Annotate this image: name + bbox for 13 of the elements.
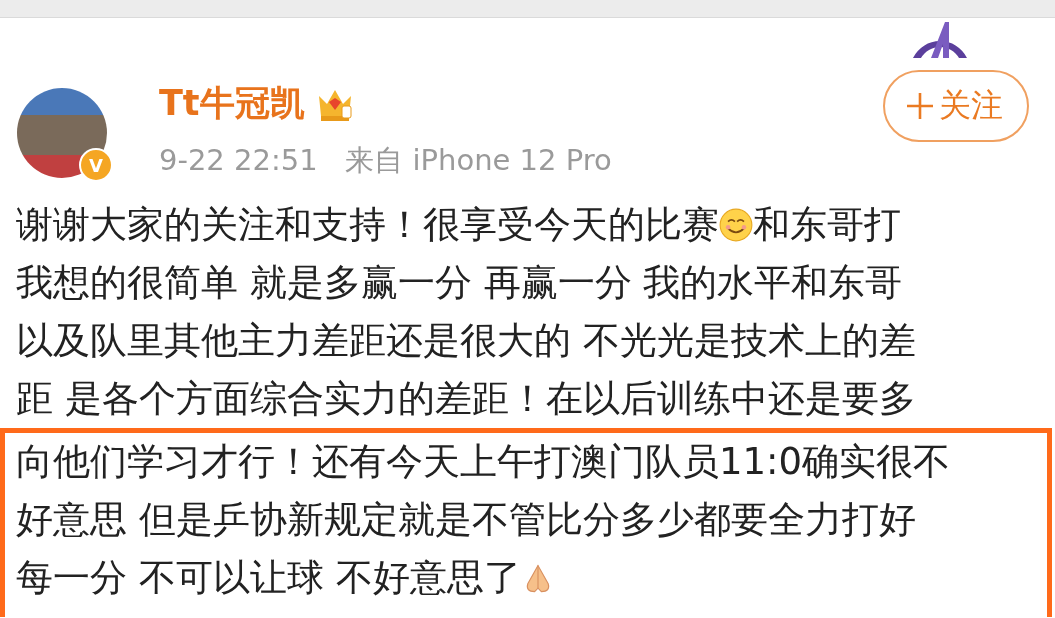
- post-text-line: 距 是各个方面综合实力的差距！在以后训练中还是要多: [15, 376, 917, 422]
- author-name[interactable]: Tt牛冠凯: [159, 80, 305, 127]
- post-text-line: 每一分 不可以让球 不好意思了: [5, 549, 1047, 607]
- smiley-icon: [719, 208, 753, 242]
- post-meta: 9-22 22:51 来自 iPhone 12 Pro: [159, 142, 613, 179]
- post-text-line: 我想的很简单 就是多赢一分 再赢一分 我的水平和东哥: [15, 260, 904, 306]
- post-text-line: 谢谢大家的关注和支持！很享受今天的比赛 和东哥打: [15, 202, 902, 248]
- verified-badge: V: [79, 148, 113, 182]
- plus-icon: [905, 91, 935, 121]
- post-text-line: 以及队里其他主力差距还是很大的 不光光是技术上的差: [15, 318, 917, 364]
- follow-button[interactable]: 关注: [883, 70, 1029, 142]
- post-text-line: 向他们学习才行！还有今天上午打澳门队员11:0确实很不: [15, 439, 952, 485]
- post-text-line: 好意思 但是乒协新规定就是不管比分多少都要全力打好: [15, 497, 917, 543]
